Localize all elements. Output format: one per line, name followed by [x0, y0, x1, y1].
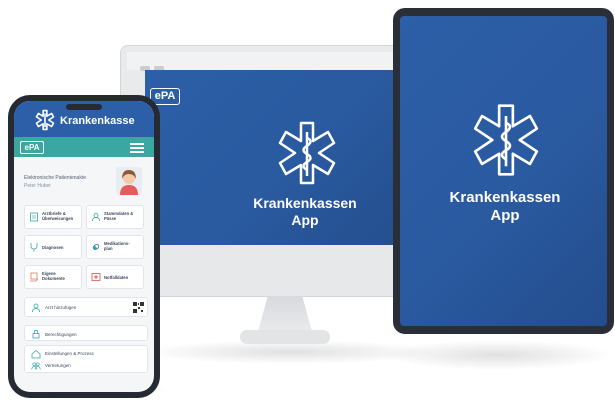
tablet-title-line2: App [490, 207, 520, 224]
patient-name: Peter Huber [24, 183, 51, 189]
tile-eigene-dokumente[interactable]: Eigene Dokumente [24, 265, 82, 289]
avatar[interactable] [116, 167, 142, 195]
tile-arztbriefe[interactable]: Arztbriefe & Überweisungen [24, 205, 82, 229]
stethoscope-icon [30, 243, 38, 252]
add-doctor-row[interactable]: Arzt hinzufügen [24, 297, 148, 317]
representatives-row[interactable]: Vertretungen [45, 363, 71, 368]
phone-brand-name: Krankenkasse [60, 115, 135, 127]
phone-notch [66, 104, 102, 110]
tile-notfalldaten[interactable]: Notfalldaten [86, 265, 144, 289]
monitor-title-line1: Krankenkassen [253, 195, 357, 211]
phone-screen: Krankenkasse ePA Elektronische Patienten… [14, 101, 154, 392]
qr-code-icon[interactable] [133, 302, 144, 313]
add-doctor-icon [32, 303, 40, 313]
permissions-row[interactable]: Berechtigungen [24, 325, 148, 341]
monitor-stand-neck [258, 296, 312, 332]
star-of-life-icon [278, 121, 336, 185]
tile-stammdaten[interactable]: Stammdaten & Pässe [86, 205, 144, 229]
tile-medikationsplan[interactable]: Medikations-plan [86, 235, 144, 259]
patient-record-label: Elektronische Patientenakte [24, 175, 86, 181]
monitor-chin [121, 246, 403, 296]
settings-group: Einstellungen & Prozess Vertretungen [24, 345, 148, 373]
home-icon [31, 349, 41, 359]
device-mockup-scene: ePA Krankenkassen App Krankenkassen App [0, 0, 615, 403]
settings-row[interactable]: Einstellungen & Prozess [45, 351, 94, 356]
pill-icon [92, 243, 100, 251]
menu-icon[interactable] [130, 143, 144, 153]
star-of-life-icon [473, 104, 539, 176]
document-icon [30, 212, 38, 222]
monitor-window-dots [140, 58, 180, 71]
people-icon [31, 362, 41, 370]
tile-diagnosen[interactable]: Diagnosen [24, 235, 82, 259]
emergency-icon [91, 273, 101, 281]
phone-epa-badge[interactable]: ePA [20, 141, 44, 154]
person-icon [92, 213, 100, 222]
hand-document-icon [30, 272, 39, 282]
lock-icon [32, 329, 40, 339]
monitor-stand-base [240, 330, 330, 344]
tablet-title-line1: Krankenkassen [449, 189, 561, 206]
star-of-life-icon [35, 109, 55, 131]
monitor-title-line2: App [291, 212, 319, 228]
